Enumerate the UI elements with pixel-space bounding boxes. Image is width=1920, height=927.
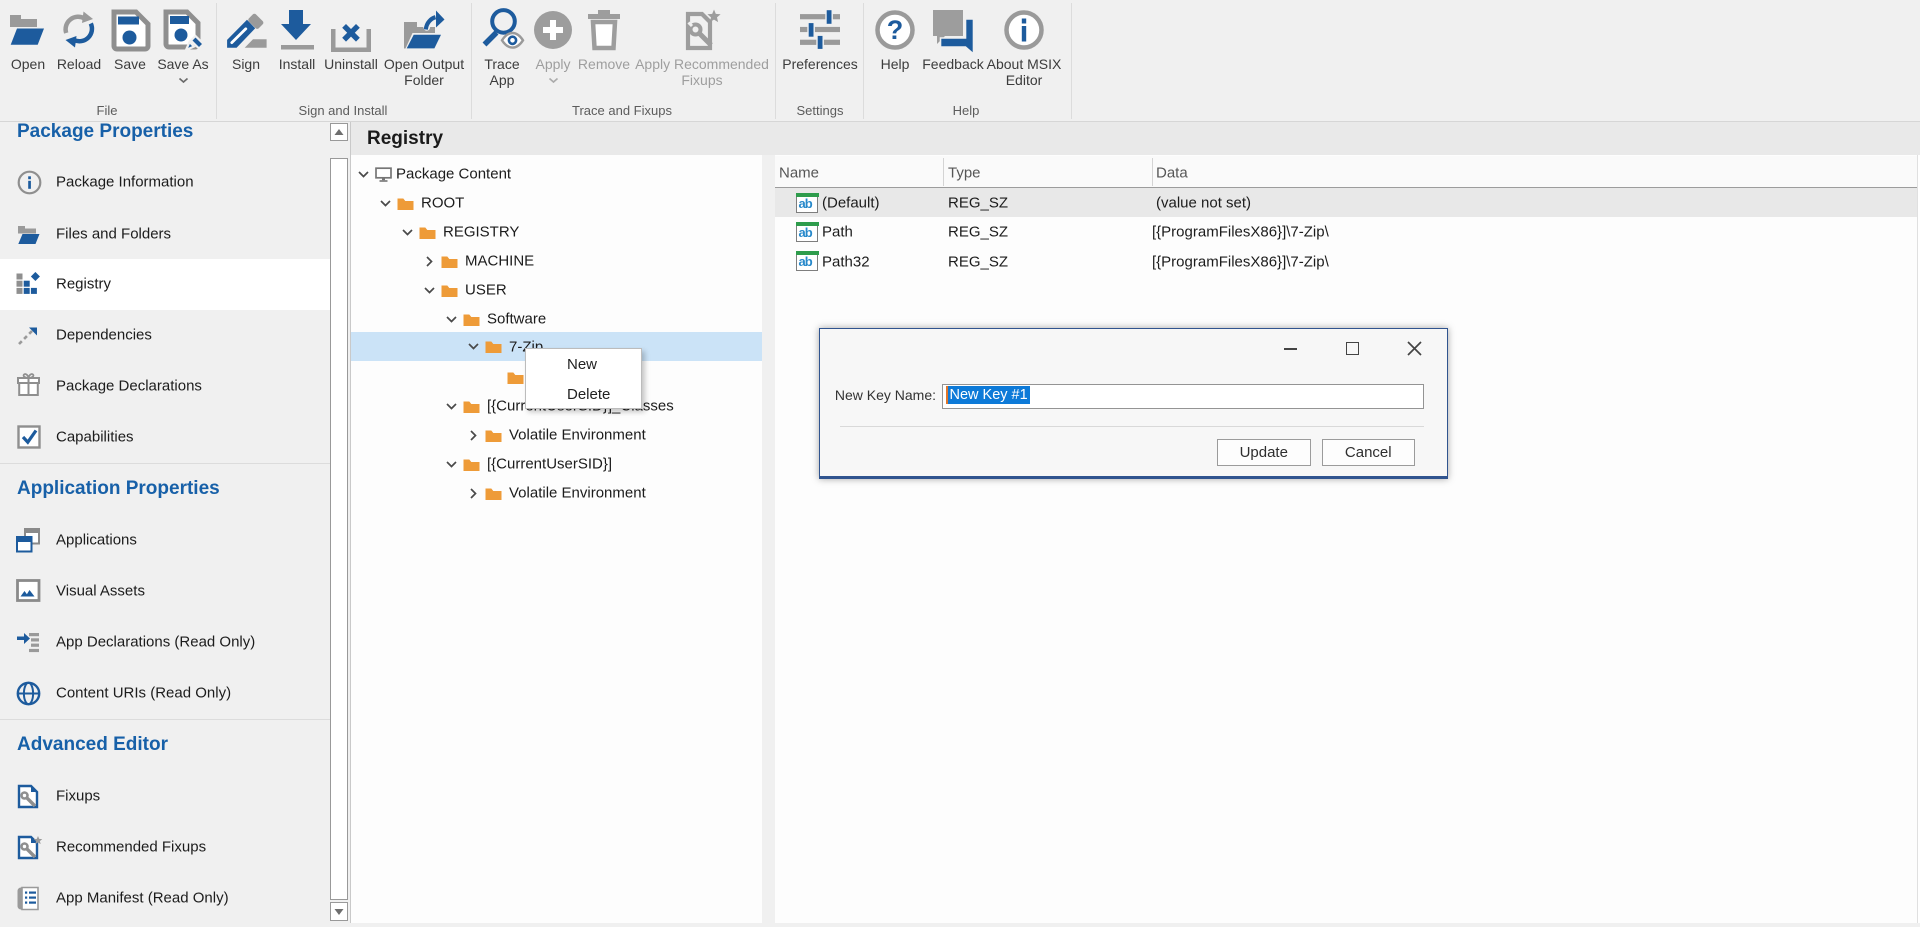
svg-text:?: ? (887, 15, 904, 45)
